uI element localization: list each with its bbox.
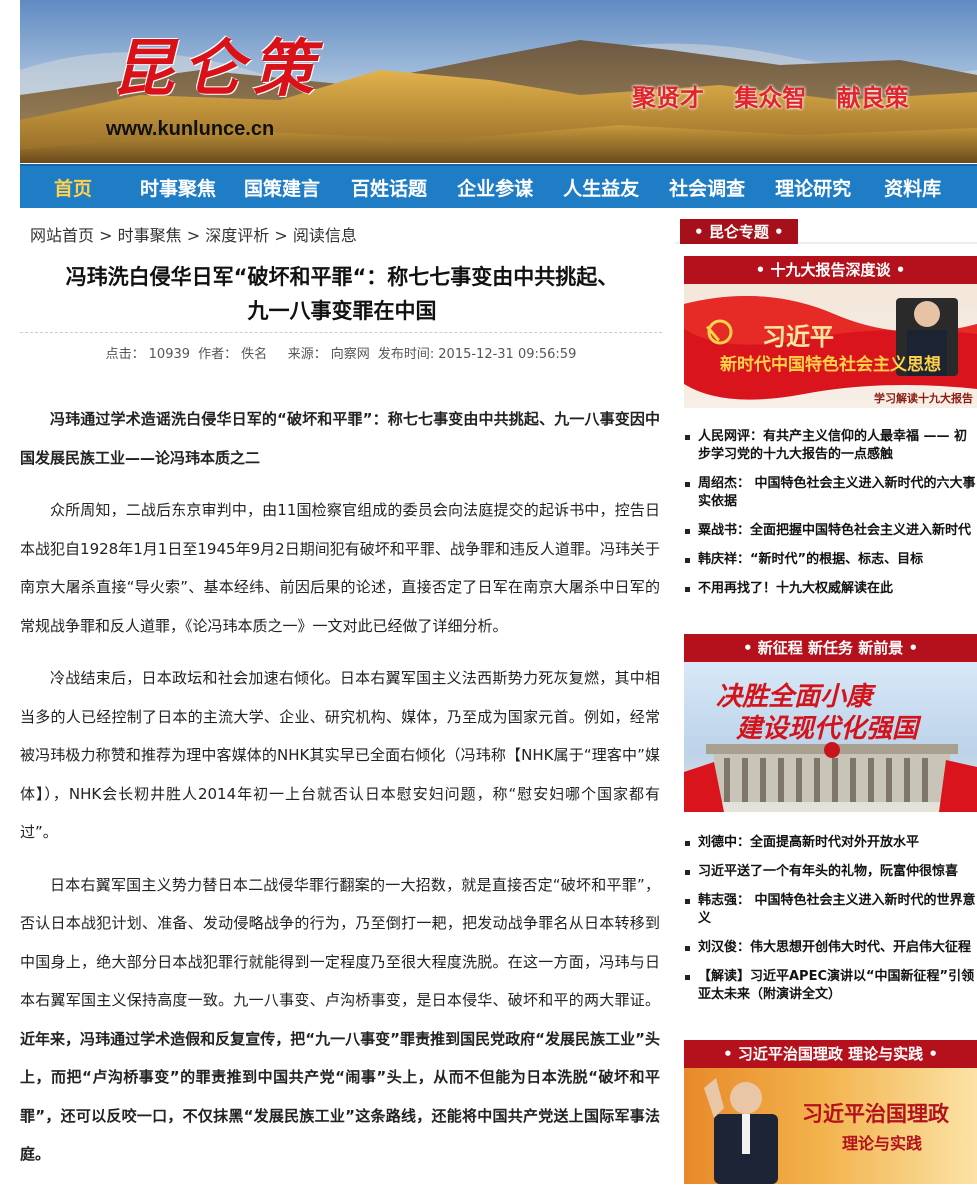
nav-database[interactable]: 资料库 bbox=[884, 174, 941, 201]
promo-banner-new-journey[interactable]: 决胜全面小康 建设现代化强国 bbox=[684, 662, 977, 812]
list-item[interactable]: 刘汉俊：伟大思想开创伟大时代、开启伟大征程 bbox=[684, 939, 977, 957]
article-paragraph-3: 日本右翼军国主义势力替日本二战侵华罪行翻案的一大招数，就是直接否定“破坏和平罪”… bbox=[20, 866, 660, 1174]
sidebar-section-heading[interactable]: • 习近平治国理政 理论与实践 • bbox=[684, 1040, 977, 1068]
breadcrumb-separator: > bbox=[186, 226, 201, 245]
main-nav: 首页 时事聚焦 国策建言 百姓话题 企业参谋 人生益友 社会调查 理论研究 资料… bbox=[20, 164, 977, 208]
breadcrumb-reading: 阅读信息 bbox=[292, 226, 357, 245]
section-2-heading: 新征程 新任务 新前景 bbox=[757, 639, 904, 657]
promo-line-2: 理论与实践 bbox=[842, 1134, 923, 1153]
banner-slogans: 聚贤才 集众智 献良策 bbox=[632, 78, 931, 113]
sidebar-section-heading[interactable]: • 新征程 新任务 新前景 • bbox=[684, 634, 977, 662]
site-banner: 昆仑策 www.kunlunce.cn 聚贤才 集众智 献良策 bbox=[20, 0, 977, 163]
site-logo[interactable]: 昆仑策 bbox=[112, 18, 322, 108]
list-item[interactable]: 韩志强： 中国特色社会主义进入新时代的世界意义 bbox=[684, 892, 977, 928]
slogan-3: 献良策 bbox=[836, 84, 909, 112]
breadcrumb: 网站首页 > 时事聚焦 > 深度评析 > 阅读信息 bbox=[30, 222, 357, 246]
sidebar-section-heading[interactable]: • 十九大报告深度谈 • bbox=[684, 256, 977, 284]
nav-home[interactable]: 首页 bbox=[54, 174, 92, 201]
breadcrumb-separator: > bbox=[99, 226, 113, 245]
bullet-dot-icon: • bbox=[742, 639, 758, 657]
slogan-1: 聚贤才 bbox=[632, 84, 704, 112]
slogan-2: 集众智 bbox=[734, 84, 807, 112]
nav-current-affairs[interactable]: 时事聚焦 bbox=[140, 174, 216, 201]
promo-subtitle: 新时代中国特色社会主义思想 bbox=[720, 355, 941, 375]
paragraph-3-bold-text: 近年来，冯玮通过学术造假和反复宣传，把“九一八事变”罪责推到国民党政府“发展民族… bbox=[20, 1029, 660, 1164]
list-item[interactable]: 粟战书：全面把握中国特色社会主义进入新时代 bbox=[684, 522, 977, 540]
source-label: 来源： bbox=[287, 347, 327, 362]
nav-public-topics[interactable]: 百姓话题 bbox=[351, 174, 427, 201]
promo-banner-governance[interactable]: 习近平治国理政 理论与实践 bbox=[684, 1068, 977, 1184]
publish-time: 2015-12-31 09:56:59 bbox=[438, 347, 577, 362]
bullet-dot-icon: • bbox=[903, 639, 919, 657]
bullet-dot-icon: • bbox=[755, 261, 771, 279]
breadcrumb-current-affairs[interactable]: 时事聚焦 bbox=[118, 226, 182, 245]
bullet-dot-icon: • bbox=[768, 223, 784, 241]
promo-line-1: 习近平治国理政 bbox=[802, 1102, 949, 1126]
article-body: 冯玮通过学术造谣洗白侵华日军的“破坏和平罪”：称七七事变由中共挑起、九一八事变因… bbox=[20, 400, 660, 1188]
list-item[interactable]: 不用再找了！十九大权威解读在此 bbox=[684, 580, 977, 598]
article-title-line-1: 冯玮洗白侵华日军“破坏和平罪“：称七七事变由中共挑起、 bbox=[65, 265, 619, 289]
source: 向察网 bbox=[330, 347, 370, 362]
paragraph-3-text: 日本右翼军国主义势力替日本二战侵华罪行翻案的一大招数，就是直接否定“破坏和平罪”… bbox=[20, 875, 660, 1010]
promo-line-2: 建设现代化强国 bbox=[736, 714, 919, 744]
article-title: 冯玮洗白侵华日军“破坏和平罪“：称七七事变由中共挑起、 九一八事变罪在中国 bbox=[22, 260, 662, 328]
section-3-heading: 习近平治国理政 理论与实践 bbox=[737, 1045, 924, 1063]
list-item[interactable]: 习近平送了一个有年头的礼物，阮富仲很惊喜 bbox=[684, 863, 977, 881]
list-item[interactable]: 人民网评：有共产主义信仰的人最幸福 —— 初步学习党的十九大报告的一点感触 bbox=[684, 428, 977, 464]
publish-time-label: 发布时间: bbox=[377, 347, 435, 362]
sidebar-tab-label: 昆仑专题 bbox=[708, 223, 769, 241]
list-item[interactable]: 【解读】习近平APEC演讲以“中国新征程”引领亚太未来（附演讲全文） bbox=[684, 968, 977, 1004]
nav-policy-advice[interactable]: 国策建言 bbox=[244, 174, 320, 201]
breadcrumb-home[interactable]: 网站首页 bbox=[30, 226, 94, 245]
bullet-dot-icon: • bbox=[923, 1045, 938, 1063]
promo-caption: 学习解读十九大报告 bbox=[874, 392, 973, 405]
breadcrumb-separator: > bbox=[274, 226, 288, 245]
nav-business-advisor[interactable]: 企业参谋 bbox=[457, 174, 533, 201]
promo-title: 习近平 bbox=[762, 323, 834, 351]
clicks-label: 点击： bbox=[105, 347, 145, 362]
nav-social-survey[interactable]: 社会调查 bbox=[669, 174, 745, 201]
title-divider bbox=[20, 332, 662, 333]
list-item[interactable]: 韩庆祥：“新时代”的根据、标志、目标 bbox=[684, 551, 977, 569]
bullet-dot-icon: • bbox=[890, 261, 906, 279]
section-1-heading: 十九大报告深度谈 bbox=[770, 261, 891, 279]
author-label: 作者： bbox=[198, 347, 238, 362]
article-meta: 点击： 10939 作者： 佚名 来源： 向察网 发布时间: 2015-12-31 09… bbox=[20, 343, 662, 362]
bullet-dot-icon: • bbox=[723, 1045, 738, 1063]
article-paragraph-1: 众所周知，二战后东京审判中，由11国检察官组成的委员会向法庭提交的起诉书中，控告… bbox=[20, 501, 660, 635]
article-lead: 冯玮通过学术造谣洗白侵华日军的“破坏和平罪”：称七七事变由中共挑起、九一八事变因… bbox=[20, 410, 660, 467]
section-2-link-list: 刘德中：全面提高新时代对外开放水平 习近平送了一个有年头的礼物，阮富仲很惊喜 韩… bbox=[684, 834, 977, 1015]
bullet-dot-icon: • bbox=[694, 223, 709, 241]
section-1-link-list: 人民网评：有共产主义信仰的人最幸福 —— 初步学习党的十九大报告的一点感触 周绍… bbox=[684, 428, 977, 609]
click-count: 10939 bbox=[148, 347, 191, 362]
site-url: www.kunlunce.cn bbox=[106, 118, 275, 140]
nav-theory-research[interactable]: 理论研究 bbox=[775, 174, 851, 201]
author: 佚名 bbox=[241, 347, 268, 362]
breadcrumb-analysis[interactable]: 深度评析 bbox=[205, 226, 269, 245]
nav-life-friend[interactable]: 人生益友 bbox=[563, 174, 639, 201]
list-item[interactable]: 刘德中：全面提高新时代对外开放水平 bbox=[684, 834, 977, 852]
list-item[interactable]: 周绍杰： 中国特色社会主义进入新时代的六大事实依据 bbox=[684, 475, 977, 511]
article-paragraph-2: 冷战结束后，日本政坛和社会加速右倾化。日本右翼军国主义法西斯势力死灰复燃，其中相… bbox=[20, 669, 660, 841]
article-title-line-2: 九一八事变罪在中国 bbox=[247, 299, 437, 323]
sidebar-tab-kunlun-topics[interactable]: • 昆仑专题 • bbox=[680, 219, 798, 244]
promo-banner-19th-congress[interactable]: 习近平 新时代中国特色社会主义思想 学习解读十九大报告 bbox=[684, 284, 977, 408]
